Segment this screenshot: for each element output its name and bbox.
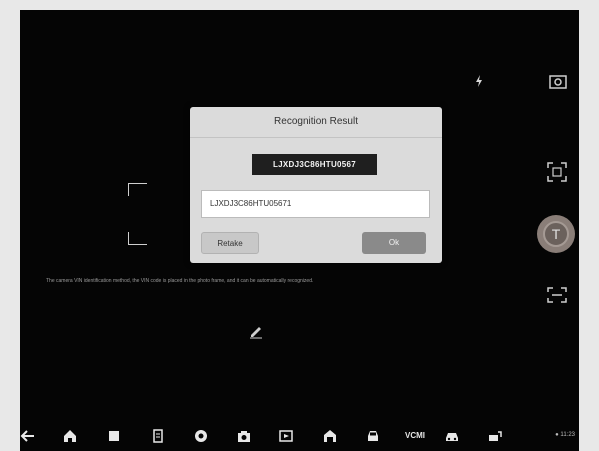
clock-text: 11:23 xyxy=(560,432,575,438)
camera-hint-text: The camera VIN identification method, th… xyxy=(46,278,314,284)
taskbar: VCMI ● 11:23 xyxy=(20,424,579,450)
vehicle-icon[interactable] xyxy=(365,428,381,444)
browser-icon[interactable] xyxy=(193,428,209,444)
car-icon[interactable] xyxy=(444,428,460,444)
vin-capture-image: LJXDJ3C86HTU0567 xyxy=(252,154,377,175)
home-icon[interactable] xyxy=(62,428,78,444)
camera-screen: T The camera VIN identification method, … xyxy=(20,10,579,423)
scan-frame-corner-top-left xyxy=(128,183,147,196)
dialog-title: Recognition Result xyxy=(190,107,442,138)
garage-icon[interactable] xyxy=(322,428,338,444)
recent-apps-icon[interactable] xyxy=(106,428,122,444)
vcmi-button[interactable]: VCMI xyxy=(400,428,430,444)
document-icon[interactable] xyxy=(150,428,166,444)
vin-input[interactable]: LJXDJ3C86HTU05671 xyxy=(201,190,430,218)
camera-icon[interactable] xyxy=(236,428,252,444)
flash-icon[interactable] xyxy=(472,74,486,88)
recognition-result-dialog: Recognition Result LJXDJ3C86HTU0567 LJXD… xyxy=(190,107,442,263)
status-bar: ● 11:23 xyxy=(555,432,575,438)
vehicle-tools-icon[interactable] xyxy=(487,428,503,444)
ok-button[interactable]: Ok xyxy=(362,232,426,254)
edit-pencil-icon[interactable] xyxy=(248,323,264,339)
shutter-icon: T xyxy=(543,221,569,247)
scan-mode-icon[interactable] xyxy=(546,161,568,183)
back-icon[interactable] xyxy=(20,428,36,444)
camera-settings-icon[interactable] xyxy=(547,72,569,92)
vin-scan-icon[interactable] xyxy=(546,286,568,304)
screen-record-icon[interactable] xyxy=(278,428,294,444)
shutter-button[interactable]: T xyxy=(537,215,575,253)
retake-button[interactable]: Retake xyxy=(201,232,259,254)
scan-frame-corner-bottom-left xyxy=(128,232,147,245)
